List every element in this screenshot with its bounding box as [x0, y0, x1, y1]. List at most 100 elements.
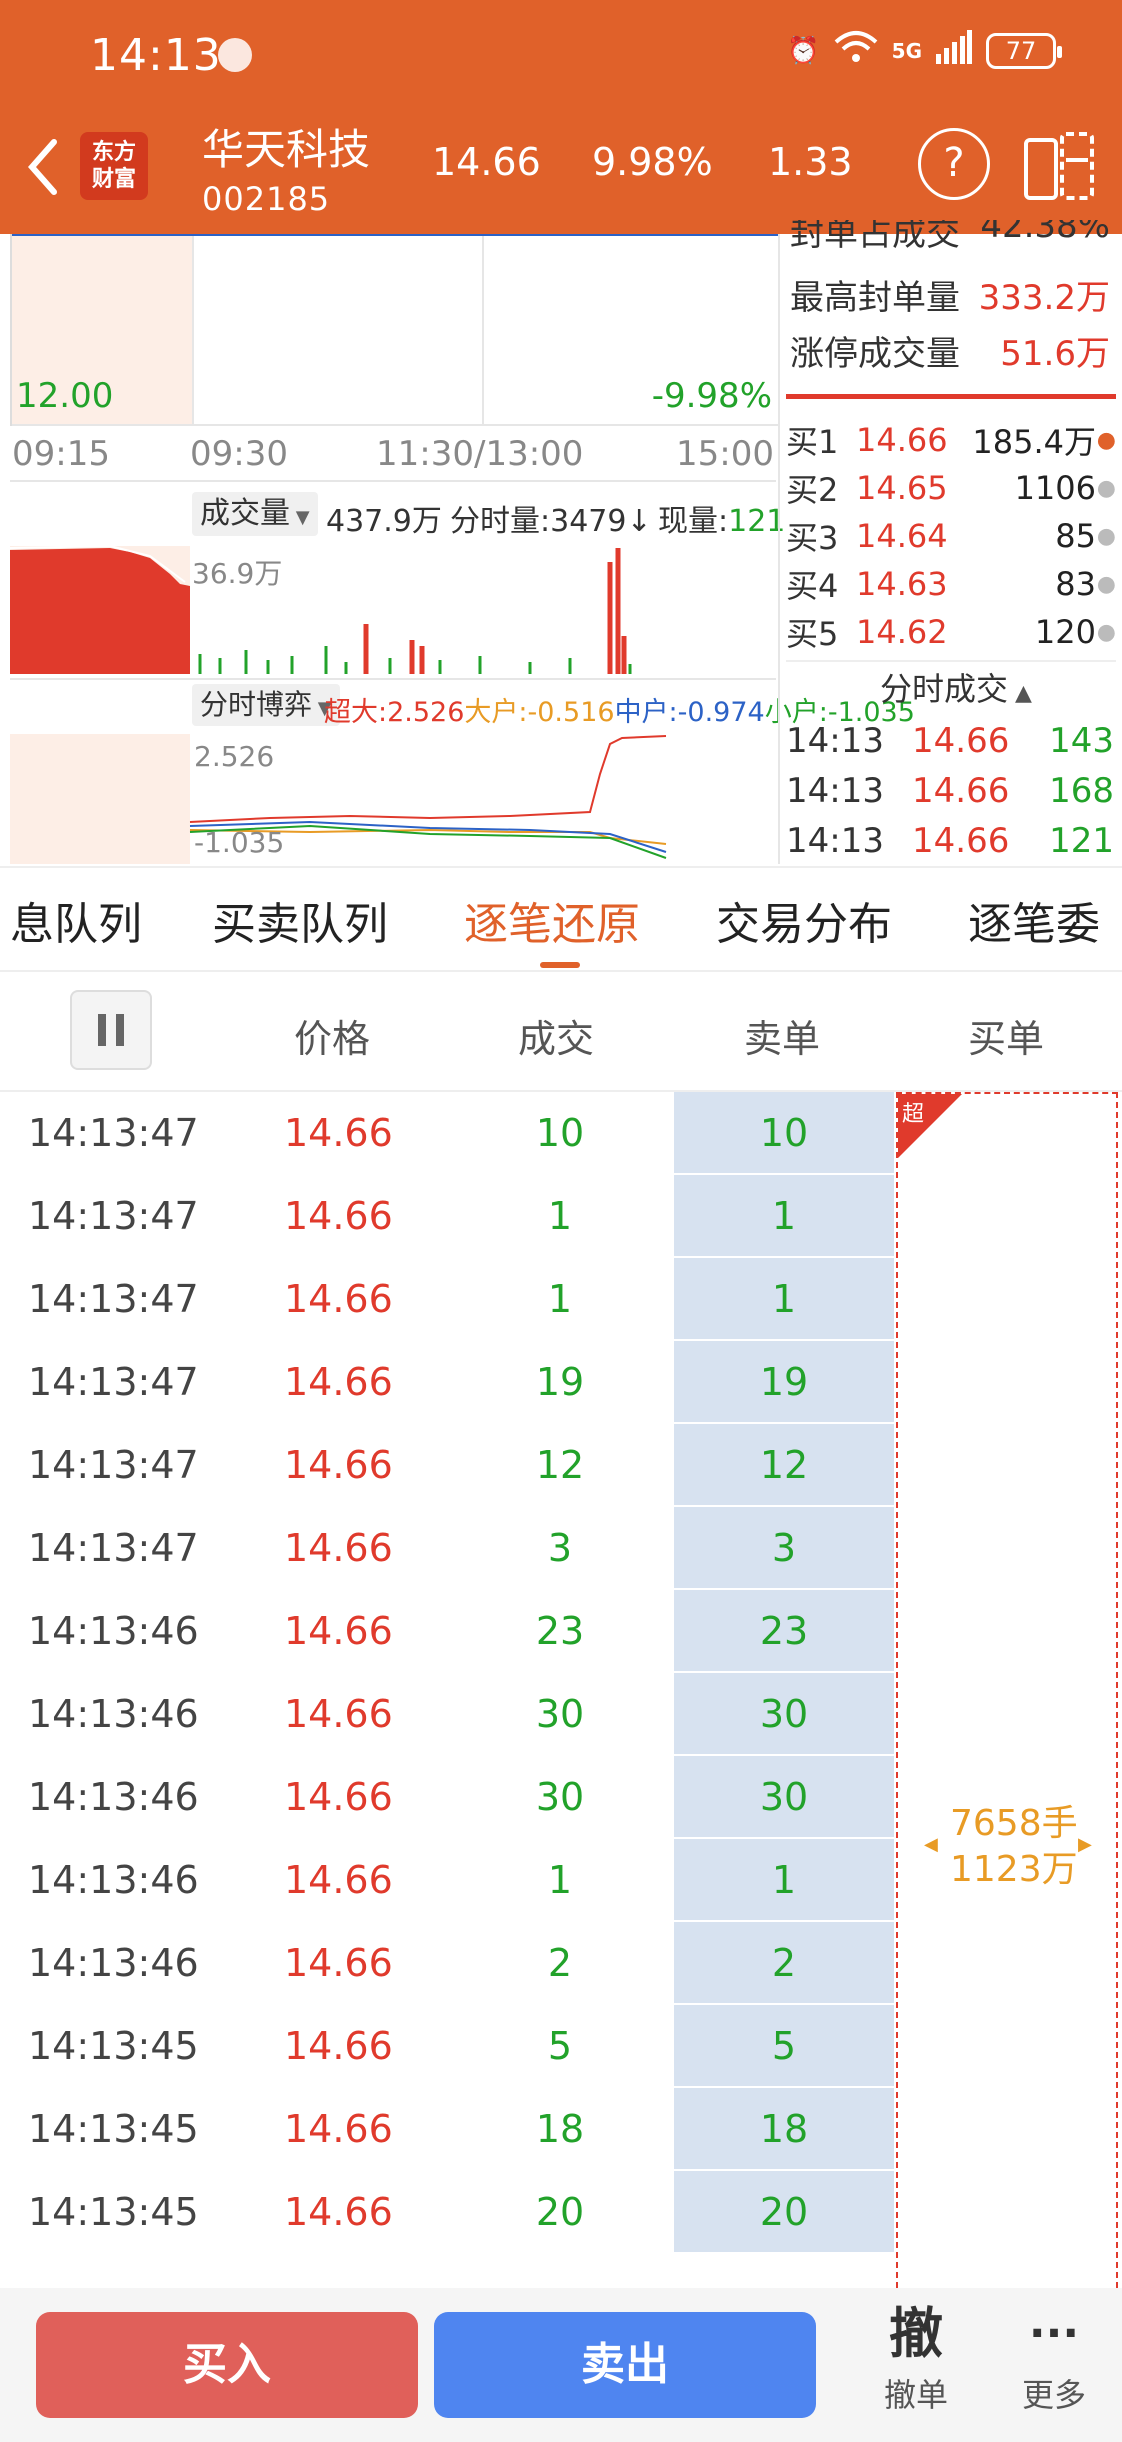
row-deal: 1 [547, 1858, 573, 1902]
row-price: 14.66 [284, 1609, 393, 1653]
row-time: 14:13:45 [28, 2024, 199, 2068]
row-time: 14:13:47 [28, 1360, 199, 1404]
time-axis-2: 11:30/13:00 [376, 434, 584, 474]
app-logo: 东方 财富 [80, 132, 148, 200]
buy-order-hands: 7658手 [950, 1803, 1078, 1844]
tab-indicator [540, 962, 580, 968]
limit-volume: 涨停成交量 51.6万 [790, 326, 1110, 375]
row-price: 14.66 [284, 1858, 393, 1902]
row-deal: 1 [547, 1194, 573, 1238]
limit-volume-value: 51.6万 [1000, 334, 1110, 374]
mid-value: -0.974 [677, 697, 765, 728]
cancel-label: 撤单 [883, 2376, 948, 2414]
row-time: 14:13:46 [28, 1941, 199, 1985]
tab-info-queue[interactable]: 息队列 [10, 888, 142, 952]
volume-total: 437.9万 [326, 504, 442, 539]
tick-volume: 121 [1049, 821, 1114, 861]
game-label: 分时博弈 [200, 688, 313, 721]
bid-row[interactable]: 买1 14.66 185.4万 ● [786, 416, 1122, 464]
bid-price: 14.64 [856, 517, 948, 555]
row-price: 14.66 [284, 1775, 393, 1819]
row-price: 14.66 [284, 1277, 393, 1321]
super-value: 2.526 [387, 697, 465, 728]
bid-divider [786, 394, 1116, 399]
bid-label: 买5 [786, 615, 839, 653]
money-flow-chart [10, 734, 776, 864]
price-chart[interactable]: 12.00 -9.98% [10, 234, 778, 426]
bid-volume: 120 [1034, 613, 1096, 651]
dot-icon: ● [1096, 523, 1116, 549]
switch-layout-icon[interactable] [1022, 130, 1096, 202]
game-min-label: -1.035 [194, 826, 285, 859]
super-badge-text: 超 [902, 1102, 925, 1127]
row-sell: 10 [674, 1092, 894, 1173]
cancel-icon: 撤 [889, 2302, 943, 2365]
bid-volume: 85 [1055, 517, 1096, 555]
more-label: 更多 [1021, 2376, 1086, 2414]
network-label: 5G [891, 38, 922, 63]
volume-selector[interactable]: 成交量 ▼ [192, 492, 318, 536]
volume-max-label: 36.9万 [192, 557, 283, 590]
tick-row: 14:13 14.66 168 [786, 766, 1122, 816]
status-icons: ⏰ 5G 77 [787, 30, 1062, 71]
big-label: 大户: [464, 697, 528, 728]
row-time: 14:13:46 [28, 1775, 199, 1819]
row-deal: 20 [535, 2190, 585, 2234]
row-sell: 1 [674, 1175, 894, 1256]
tick-price: 14.66 [912, 821, 1010, 861]
row-price: 14.66 [284, 1194, 393, 1238]
ticks-title[interactable]: 分时成交 ▲ [880, 664, 1032, 710]
game-selector[interactable]: 分时博弈 ▼ [192, 684, 340, 726]
tab-trade-distribution[interactable]: 交易分布 [716, 888, 892, 952]
row-price: 14.66 [284, 1941, 393, 1985]
row-deal: 30 [535, 1775, 585, 1819]
price-line [12, 234, 778, 236]
row-sell: 3 [674, 1507, 894, 1588]
row-time: 14:13:47 [28, 1443, 199, 1487]
low-price-label: 12.00 [16, 376, 114, 416]
cancel-order-button[interactable]: 撤 撤单 [866, 2298, 966, 2428]
back-button[interactable] [18, 132, 68, 202]
mid-label: 中户: [614, 697, 678, 728]
bid-price: 14.65 [856, 469, 948, 507]
logo-text-2: 财富 [91, 167, 136, 192]
bid-price: 14.62 [856, 613, 948, 651]
grid-line [12, 424, 778, 426]
buy-order-block[interactable]: 超 ◀ 7658手 1123万 ▶ [896, 1092, 1118, 2288]
bid-volume: 185.4万 [972, 423, 1096, 461]
help-button[interactable]: ? [918, 128, 990, 200]
row-sell: 20 [674, 2171, 894, 2252]
current-label: 现量: [658, 504, 729, 539]
row-deal: 3 [547, 1526, 573, 1570]
max-seal-label: 最高封单量 [790, 278, 960, 318]
bid-label: 买3 [786, 519, 839, 557]
bid-row[interactable]: 买5 14.62 120 ● [786, 608, 1122, 656]
row-sell: 30 [674, 1756, 894, 1837]
bid-row[interactable]: 买4 14.63 83 ● [786, 560, 1122, 608]
buy-button[interactable]: 买入 [36, 2312, 418, 2418]
more-icon: ··· [1028, 2308, 1080, 2359]
row-sell: 2 [674, 1922, 894, 2003]
more-button[interactable]: ··· 更多 [1002, 2298, 1106, 2428]
pause-button[interactable] [70, 990, 152, 1070]
tab-bid-ask-queue[interactable]: 买卖队列 [212, 888, 388, 952]
bid-row[interactable]: 买2 14.65 1106 ● [786, 464, 1122, 512]
side-divider [778, 234, 780, 864]
tab-tick-orders[interactable]: 逐笔委 [968, 888, 1122, 952]
row-deal: 10 [535, 1111, 585, 1155]
time-axis-1: 09:30 [190, 434, 288, 474]
bid-volume: 1106 [1014, 469, 1096, 507]
row-time: 14:13:46 [28, 1609, 199, 1653]
row-time: 14:13:47 [28, 1526, 199, 1570]
tick-row: 14:13 14.66 143 [786, 716, 1122, 766]
bid-row[interactable]: 买3 14.64 85 ● [786, 512, 1122, 560]
row-deal: 23 [535, 1609, 585, 1653]
divider [10, 678, 776, 680]
row-price: 14.66 [284, 1692, 393, 1736]
super-label: 超大: [324, 697, 388, 728]
tab-tick-restore[interactable]: 逐笔还原 [464, 888, 640, 952]
alarm-icon: ⏰ [787, 35, 820, 66]
sell-button[interactable]: 卖出 [434, 2312, 816, 2418]
current-value: 121 [728, 504, 786, 539]
header-deal-col: 成交 [518, 1017, 595, 1061]
